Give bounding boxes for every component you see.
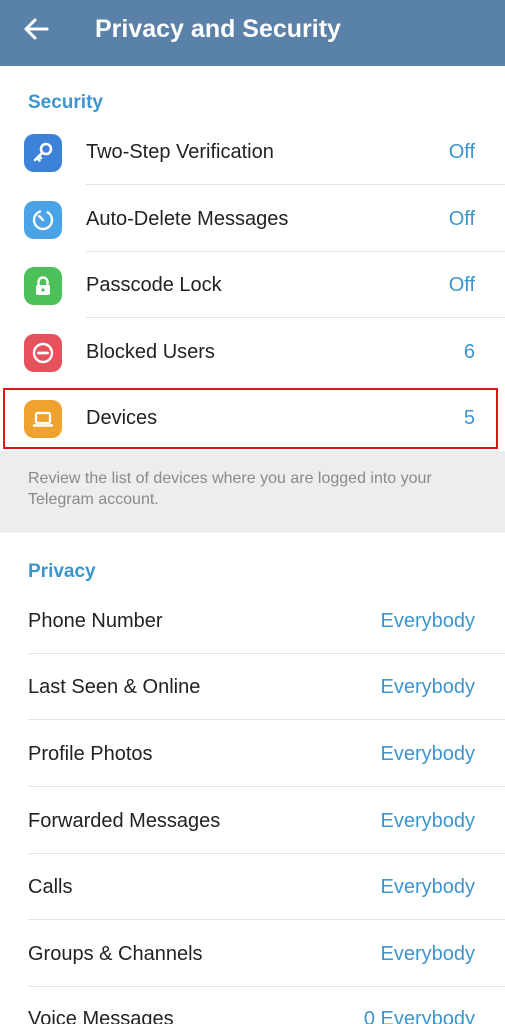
row-last-seen-online[interactable]: Last Seen & Online Everybody	[0, 654, 505, 720]
row-value: Everybody	[380, 876, 476, 898]
row-calls[interactable]: Calls Everybody	[0, 854, 505, 920]
arrow-left-icon	[23, 18, 49, 45]
devices-info-block: Review the list of devices where you are…	[0, 451, 505, 533]
row-label: Passcode Lock	[86, 274, 222, 296]
row-value: Everybody	[380, 676, 476, 698]
row-label: Voice Messages	[28, 1008, 174, 1024]
section-header-privacy: Privacy	[28, 561, 96, 582]
row-label: Blocked Users	[86, 341, 215, 363]
row-label: Two-Step Verification	[86, 141, 274, 163]
row-label: Forwarded Messages	[28, 810, 221, 832]
timer-icon	[24, 201, 62, 239]
page-title: Privacy and Security	[95, 15, 341, 43]
row-value: 5	[463, 407, 475, 429]
row-label: Devices	[86, 407, 158, 429]
laptop-icon	[24, 400, 62, 438]
row-blocked-users[interactable]: Blocked Users 6	[0, 319, 505, 385]
app-header: Privacy and Security	[0, 0, 505, 66]
row-devices[interactable]: Devices 5	[0, 385, 505, 451]
row-voice-messages[interactable]: Voice Messages 0 Everybody	[0, 986, 505, 1024]
devices-info-text: Review the list of devices where you are…	[28, 470, 432, 508]
row-forwarded-messages[interactable]: Forwarded Messages Everybody	[0, 788, 505, 854]
row-label: Auto-Delete Messages	[86, 208, 289, 230]
divider	[86, 317, 505, 318]
lock-icon	[24, 267, 62, 305]
privacy-security-screen: Privacy and Security Security Two-Step V…	[0, 0, 505, 1024]
row-value: 6	[463, 341, 475, 363]
row-passcode-lock[interactable]: Passcode Lock Off	[0, 252, 505, 318]
row-label: Profile Photos	[28, 743, 153, 765]
divider	[28, 919, 505, 920]
divider	[28, 719, 505, 720]
row-groups-channels[interactable]: Groups & Channels Everybody	[0, 921, 505, 987]
section-header-security: Security	[28, 92, 103, 113]
key-icon	[24, 134, 62, 172]
row-value: Everybody	[380, 610, 476, 632]
row-label: Calls	[28, 876, 73, 898]
row-value: Off	[448, 274, 475, 296]
divider	[86, 184, 505, 185]
row-value: Everybody	[380, 810, 476, 832]
row-phone-number[interactable]: Phone Number Everybody	[0, 588, 505, 654]
row-label: Phone Number	[28, 610, 163, 632]
row-value: Off	[448, 141, 475, 163]
divider	[28, 786, 505, 787]
row-label: Groups & Channels	[28, 943, 203, 965]
row-value: Everybody	[380, 943, 476, 965]
row-value: 0 Everybody	[363, 1008, 475, 1024]
row-profile-photos[interactable]: Profile Photos Everybody	[0, 721, 505, 787]
row-value: Off	[448, 208, 475, 230]
row-auto-delete-messages[interactable]: Auto-Delete Messages Off	[0, 186, 505, 252]
row-label: Last Seen & Online	[28, 676, 201, 698]
row-value: Everybody	[380, 743, 476, 765]
block-icon	[24, 334, 62, 372]
row-two-step-verification[interactable]: Two-Step Verification Off	[0, 119, 505, 185]
back-button[interactable]	[14, 9, 58, 53]
